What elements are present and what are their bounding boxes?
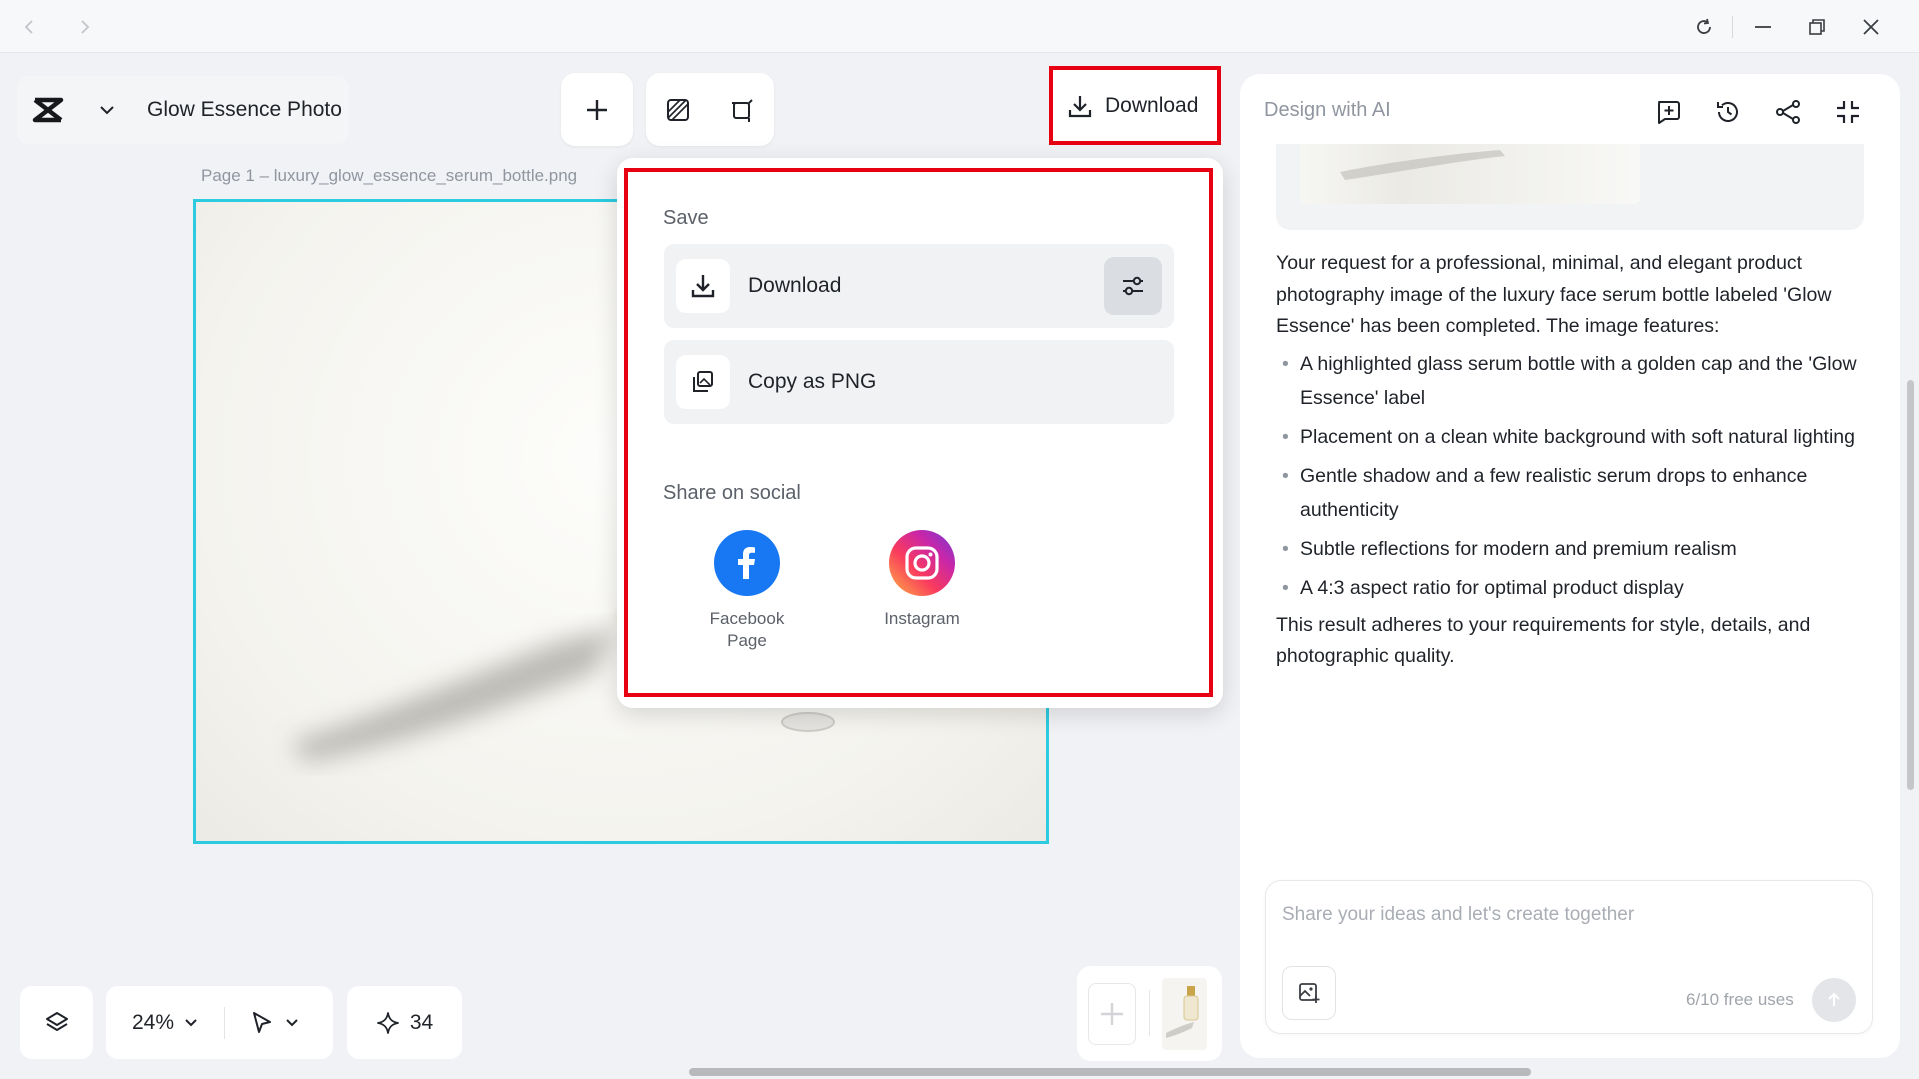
pointer-tool-select[interactable] (249, 1010, 301, 1036)
zoom-level: 24% (132, 1010, 175, 1034)
copy-as-png-label: Copy as PNG (748, 370, 877, 393)
ai-response-intro: Your request for a professional, minimal… (1276, 252, 1832, 337)
chat-input[interactable] (1282, 904, 1842, 926)
list-item: Gentle shadow and a few realistic serum … (1276, 459, 1868, 527)
image-add-icon (1299, 983, 1320, 1003)
list-item: Placement on a clean white background wi… (1276, 420, 1868, 454)
zoom-select-toolbar: 24% (106, 986, 333, 1059)
restore-icon[interactable] (1803, 13, 1831, 41)
add-tool-group (561, 73, 633, 146)
credits-button[interactable]: 34 (347, 986, 462, 1059)
history-icon[interactable] (1712, 96, 1744, 128)
list-item: A 4:3 aspect ratio for optimal product d… (1276, 571, 1868, 605)
refresh-icon[interactable] (1690, 13, 1718, 41)
download-action[interactable]: Download (664, 244, 1174, 328)
copy-image-icon (676, 355, 730, 409)
download-button[interactable]: Download (1049, 66, 1221, 145)
ai-panel-title: Design with AI (1264, 99, 1391, 121)
credits-count: 34 (409, 1010, 434, 1034)
instagram-icon (889, 530, 955, 596)
ai-response-bullets: A highlighted glass serum bottle with a … (1276, 347, 1868, 605)
sparkle-icon (376, 1011, 399, 1034)
generated-image-preview[interactable] (1276, 144, 1864, 230)
chevron-down-icon (185, 1018, 197, 1026)
ai-response-message: Your request for a professional, minimal… (1276, 248, 1868, 673)
app-window: Glow Essence Photo Download Page 1 – lux… (0, 0, 1919, 1079)
titlebar-separator (1732, 16, 1733, 38)
minimize-icon[interactable] (1749, 13, 1777, 41)
download-button-label: Download (1105, 93, 1199, 117)
free-uses-counter: 6/10 free uses (1686, 990, 1794, 1009)
send-button[interactable] (1812, 978, 1856, 1022)
preview-thumbnail (1300, 144, 1640, 204)
page-label: Page 1 – luxury_glow_essence_serum_bottl… (201, 166, 578, 185)
close-icon[interactable] (1857, 13, 1885, 41)
copy-as-png-action[interactable]: Copy as PNG (664, 340, 1174, 424)
project-title[interactable]: Glow Essence Photo (147, 98, 342, 122)
facebook-label: Facebook Page (709, 609, 785, 650)
new-chat-icon[interactable] (1652, 96, 1684, 128)
download-action-label: Download (748, 274, 842, 297)
collapse-panel-icon[interactable] (1832, 96, 1864, 128)
image-upload-button[interactable] (1282, 966, 1336, 1020)
instagram-share[interactable]: Instagram (862, 530, 982, 630)
layers-button[interactable] (20, 986, 93, 1059)
layers-icon (45, 1011, 68, 1031)
remove-background-button[interactable] (656, 88, 700, 132)
thumb-divider (1149, 990, 1150, 1036)
plus-icon (1101, 1003, 1123, 1025)
list-item: Subtle reflections for modern and premiu… (1276, 532, 1868, 566)
ai-response-outro: This result adheres to your requirements… (1276, 613, 1811, 668)
toolbar-divider (224, 1006, 226, 1039)
page-thumbnail[interactable] (1162, 978, 1207, 1050)
add-button[interactable] (575, 88, 619, 132)
share-flow-icon[interactable] (1772, 96, 1804, 128)
project-header: Glow Essence Photo (17, 76, 349, 144)
app-logo-icon[interactable] (31, 94, 67, 126)
zoom-select[interactable]: 24% (132, 1011, 200, 1035)
facebook-share[interactable]: Facebook Page (687, 530, 807, 652)
arrow-up-icon (1828, 992, 1840, 1006)
chevron-down-icon[interactable] (97, 100, 117, 120)
list-item: A highlighted glass serum bottle with a … (1276, 347, 1868, 415)
canvas-horizontal-scrollbar[interactable] (689, 1068, 1531, 1076)
download-action-icon (676, 259, 730, 313)
pointer-icon (253, 1011, 272, 1033)
chevron-down-icon (286, 1018, 298, 1026)
instagram-label: Instagram (884, 609, 960, 628)
forward-arrow-icon[interactable] (70, 13, 98, 41)
title-bar (0, 0, 1919, 53)
edit-tool-group (646, 73, 774, 146)
sliders-icon (1123, 276, 1143, 296)
download-settings-button[interactable] (1104, 257, 1162, 315)
back-arrow-icon[interactable] (16, 13, 44, 41)
facebook-icon (714, 530, 780, 596)
download-icon (1067, 93, 1093, 119)
crop-resize-button[interactable] (720, 88, 764, 132)
share-section-title: Share on social (663, 482, 801, 504)
add-page-button[interactable] (1088, 983, 1136, 1045)
save-section-title: Save (663, 207, 709, 229)
panel-scrollbar[interactable] (1907, 380, 1914, 790)
page-thumbnails (1077, 966, 1222, 1061)
